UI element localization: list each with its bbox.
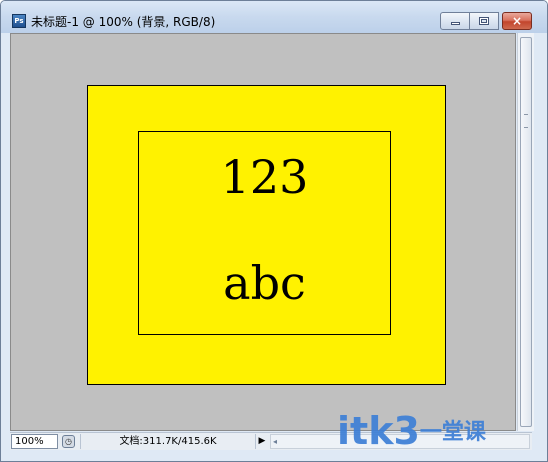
- yellow-rectangle[interactable]: 123 abc: [87, 85, 446, 385]
- minimize-icon: [451, 22, 460, 25]
- maximize-button[interactable]: [470, 12, 499, 30]
- canvas-area[interactable]: 123 abc: [10, 33, 516, 431]
- document-size-info: 文档:311.7K/415.6K: [80, 434, 256, 449]
- watermark-chinese: 一堂课: [419, 420, 486, 445]
- watermark-latin: itk3: [337, 409, 420, 453]
- scroll-grip-icon: [524, 114, 528, 128]
- text-layer-letters[interactable]: abc: [139, 260, 390, 306]
- document-window: Ps 未标题-1 @ 100% (背景, RGB/8) × 123 abc 10…: [0, 0, 548, 462]
- title-bar[interactable]: Ps 未标题-1 @ 100% (背景, RGB/8) ×: [1, 1, 547, 33]
- close-icon: ×: [511, 14, 523, 28]
- watermark-logo: itk3一堂课: [337, 409, 537, 453]
- status-menu-arrow-icon[interactable]: ▶: [256, 434, 268, 449]
- minimize-button[interactable]: [440, 12, 470, 30]
- zoom-level-field[interactable]: 100%: [11, 434, 58, 449]
- text-layer-numbers[interactable]: 123: [139, 154, 390, 200]
- vertical-scrollbar[interactable]: [517, 33, 534, 431]
- inner-rectangle[interactable]: 123 abc: [138, 131, 391, 335]
- maximize-icon: [479, 17, 489, 25]
- close-button[interactable]: ×: [502, 12, 532, 30]
- photoshop-document-icon: Ps: [12, 14, 26, 28]
- vertical-scroll-thumb[interactable]: [520, 37, 532, 427]
- status-info-icon[interactable]: ◷: [62, 435, 75, 448]
- scroll-left-icon[interactable]: ◂: [273, 435, 277, 448]
- window-title: 未标题-1 @ 100% (背景, RGB/8): [31, 15, 216, 29]
